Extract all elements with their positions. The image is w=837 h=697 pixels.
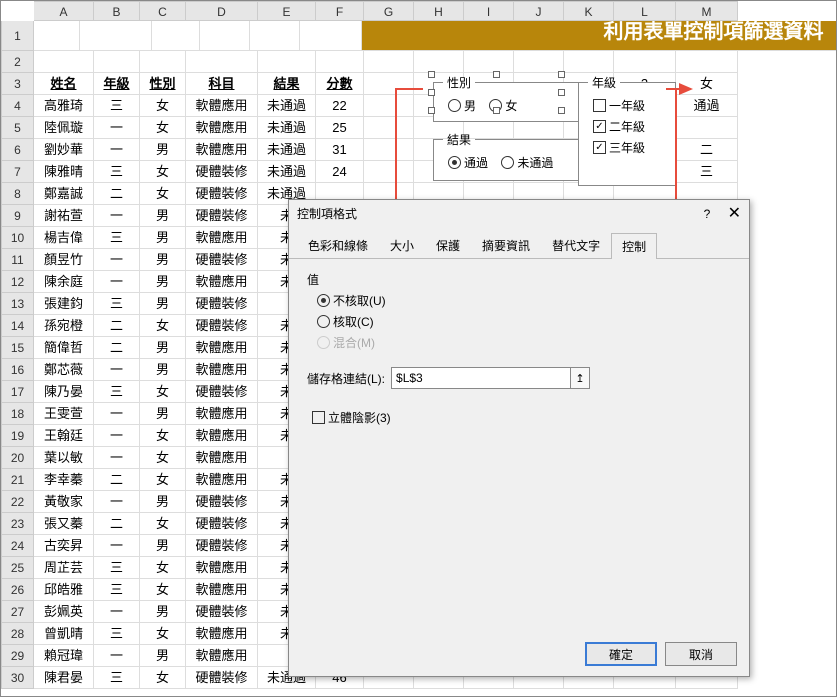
col-header[interactable]: A	[34, 1, 94, 21]
col-header[interactable]: L	[614, 1, 676, 21]
grade-legend: 年級	[588, 74, 620, 91]
tab-size[interactable]: 大小	[379, 232, 425, 258]
cancel-button[interactable]: 取消	[665, 642, 737, 666]
shadow-check[interactable]: 立體陰影(3)	[312, 409, 391, 426]
row-header[interactable]: 11	[1, 249, 34, 271]
row-header[interactable]: 17	[1, 381, 34, 403]
tab-protect[interactable]: 保護	[425, 232, 471, 258]
row-header[interactable]: 8	[1, 183, 34, 205]
gender-male-radio[interactable]: 男	[448, 97, 476, 114]
close-icon[interactable]: ✕	[728, 205, 741, 222]
row-header[interactable]: 5	[1, 117, 34, 139]
row-header[interactable]: 22	[1, 491, 34, 513]
col-header[interactable]: I	[464, 1, 514, 21]
col-header[interactable]: D	[186, 1, 258, 21]
dialog-tabs: 色彩和線條 大小 保護 摘要資訊 替代文字 控制	[289, 228, 749, 259]
dialog-title: 控制項格式	[297, 200, 357, 228]
col-header[interactable]: G	[364, 1, 414, 21]
row-header[interactable]: 7	[1, 161, 34, 183]
tab-color[interactable]: 色彩和線條	[297, 232, 379, 258]
ok-button[interactable]: 確定	[585, 642, 657, 666]
col-header[interactable]: J	[514, 1, 564, 21]
row-header[interactable]: 27	[1, 601, 34, 623]
row-header[interactable]: 10	[1, 227, 34, 249]
value-mixed-radio: 混合(M)	[317, 334, 731, 351]
row-header[interactable]: 30	[1, 667, 34, 689]
result-fail-radio[interactable]: 未通過	[501, 154, 553, 171]
value-unchecked-radio[interactable]: 不核取(U)	[317, 292, 731, 309]
result-legend: 結果	[443, 131, 475, 148]
col-header[interactable]: H	[414, 1, 464, 21]
range-picker-icon[interactable]: ↥	[570, 367, 590, 389]
grade-2-check[interactable]: 二年級	[593, 118, 645, 135]
value-label: 值	[307, 271, 731, 288]
row-header[interactable]: 1	[1, 21, 34, 51]
row-header[interactable]: 13	[1, 293, 34, 315]
value-checked-radio[interactable]: 核取(C)	[317, 313, 731, 330]
row-header[interactable]: 19	[1, 425, 34, 447]
tab-alttext[interactable]: 替代文字	[541, 232, 611, 258]
dialog-help-icon[interactable]: ?	[704, 207, 711, 221]
row-header[interactable]: 3	[1, 73, 34, 95]
col-header[interactable]: B	[94, 1, 140, 21]
page-title: 利用表單控制項篩選資料	[362, 21, 837, 51]
gender-legend: 性別	[443, 74, 475, 91]
tab-control[interactable]: 控制	[611, 233, 657, 259]
row-header[interactable]: 2	[1, 51, 34, 73]
row-header[interactable]: 6	[1, 139, 34, 161]
col-header[interactable]: E	[258, 1, 316, 21]
row-header[interactable]: 18	[1, 403, 34, 425]
row-header[interactable]: 21	[1, 469, 34, 491]
row-header[interactable]: 20	[1, 447, 34, 469]
row-header[interactable]: 9	[1, 205, 34, 227]
col-header[interactable]: C	[140, 1, 186, 21]
row-header[interactable]: 26	[1, 579, 34, 601]
cell-link-label: 儲存格連結(L):	[307, 370, 385, 387]
row-header[interactable]: 28	[1, 623, 34, 645]
row-header[interactable]: 16	[1, 359, 34, 381]
row-header[interactable]: 15	[1, 337, 34, 359]
col-header[interactable]: K	[564, 1, 614, 21]
grade-3-check[interactable]: 三年級	[593, 139, 645, 156]
grade-1-check[interactable]: 一年級	[593, 97, 645, 114]
row-header[interactable]: 14	[1, 315, 34, 337]
gender-group[interactable]: 性別 男 女	[433, 74, 583, 122]
col-header[interactable]: F	[316, 1, 364, 21]
row-header[interactable]: 29	[1, 645, 34, 667]
format-control-dialog: 控制項格式 ? ✕ 色彩和線條 大小 保護 摘要資訊 替代文字 控制 值 不核取…	[288, 199, 750, 677]
row-header[interactable]: 24	[1, 535, 34, 557]
row-header[interactable]: 23	[1, 513, 34, 535]
row-header[interactable]: 12	[1, 271, 34, 293]
result-group[interactable]: 結果 通過 未通過	[433, 131, 588, 181]
tab-properties[interactable]: 摘要資訊	[471, 232, 541, 258]
col-header[interactable]: M	[676, 1, 738, 21]
grade-group[interactable]: 年級 一年級 二年級 三年級	[578, 74, 676, 186]
row-header[interactable]: 25	[1, 557, 34, 579]
result-pass-radio[interactable]: 通過	[448, 154, 488, 171]
row-header[interactable]: 4	[1, 95, 34, 117]
cell-link-input[interactable]	[391, 367, 571, 389]
